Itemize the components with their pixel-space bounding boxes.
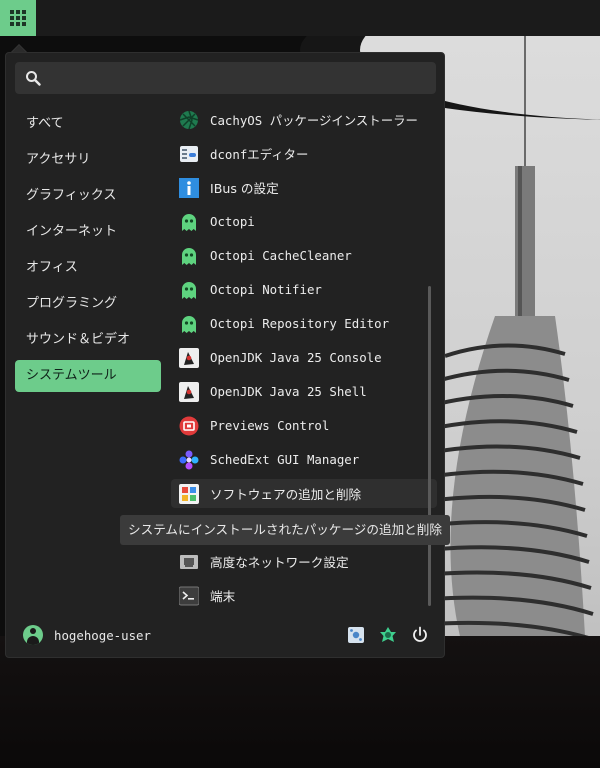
octopi-ghost-icon <box>179 212 199 232</box>
app-item-label: Octopi CacheCleaner <box>210 248 352 263</box>
app-item-octopi-cachecleaner[interactable]: Octopi CacheCleaner <box>171 241 437 270</box>
java-duke-icon <box>179 347 199 368</box>
power-icon <box>413 626 427 642</box>
software-store-icon <box>179 483 199 504</box>
app-item-label: SchedExt GUI Manager <box>210 452 360 467</box>
app-item-previews-control[interactable]: Previews Control <box>171 411 437 440</box>
top-panel <box>0 0 600 36</box>
category-accessories[interactable]: アクセサリ <box>15 144 161 176</box>
app-item-label: Octopi <box>210 214 255 229</box>
previews-control-icon <box>179 416 199 436</box>
app-item-label: dconfエディター <box>210 146 309 162</box>
search-icon <box>26 71 41 86</box>
app-item-label: ソフトウェアの追加と削除 <box>210 487 362 502</box>
app-item-label: Octopi Notifier <box>210 282 322 297</box>
octopi-ghost-icon <box>179 314 199 334</box>
application-menu: すべて アクセサリ グラフィックス インターネット オフィス プログラミング サ… <box>5 52 445 658</box>
settings-manager-button[interactable] <box>345 624 367 646</box>
java-duke-icon <box>179 381 199 402</box>
app-item-ibus-settings[interactable]: IBus の設定 <box>171 173 437 202</box>
app-item-dconf-editor[interactable]: dconfエディター <box>171 139 437 168</box>
category-system-tools[interactable]: システムツール <box>15 360 161 392</box>
cachyos-icon <box>179 110 199 130</box>
info-icon <box>179 177 199 198</box>
lock-screen-button[interactable] <box>377 624 399 646</box>
power-button[interactable] <box>409 624 431 646</box>
user-account[interactable]: hogehoge-user <box>23 625 151 645</box>
search-box[interactable] <box>15 62 436 96</box>
app-item-label: OpenJDK Java 25 Shell <box>210 384 367 399</box>
app-list-scrollbar[interactable] <box>428 286 431 606</box>
app-item-label: 端末 <box>210 589 236 604</box>
app-item-schedext-gui-manager[interactable]: SchedExt GUI Manager <box>171 445 437 474</box>
app-item-label: OpenJDK Java 25 Console <box>210 350 382 365</box>
cachyos-logo-icon <box>380 627 396 642</box>
category-programming[interactable]: プログラミング <box>15 288 161 320</box>
app-item-openjdk-console[interactable]: OpenJDK Java 25 Console <box>171 343 437 372</box>
octopi-ghost-icon <box>179 246 199 266</box>
category-graphics[interactable]: グラフィックス <box>15 180 161 212</box>
app-grid-icon <box>10 10 26 26</box>
app-item-octopi[interactable]: Octopi <box>171 207 437 236</box>
app-item-openjdk-shell[interactable]: OpenJDK Java 25 Shell <box>171 377 437 406</box>
category-internet[interactable]: インターネット <box>15 216 161 248</box>
app-item-label: IBus の設定 <box>210 181 279 196</box>
app-item-terminal[interactable]: 端末 <box>171 581 437 610</box>
menu-pointer <box>11 44 27 52</box>
app-item-octopi-repository-editor[interactable]: Octopi Repository Editor <box>171 309 437 338</box>
category-sound-video[interactable]: サウンド＆ビデオ <box>15 324 161 356</box>
app-item-octopi-notifier[interactable]: Octopi Notifier <box>171 275 437 304</box>
app-item-label: 高度なネットワーク設定 <box>210 555 349 570</box>
search-input[interactable] <box>51 62 425 96</box>
settings-manager-icon <box>348 627 364 643</box>
app-item-advanced-network[interactable]: 高度なネットワーク設定 <box>171 547 437 576</box>
app-item-label: Previews Control <box>210 418 330 433</box>
username: hogehoge-user <box>54 627 151 643</box>
network-icon <box>179 552 199 572</box>
dconf-editor-icon <box>179 144 199 164</box>
app-item-add-remove-software[interactable]: ソフトウェアの追加と削除 <box>171 479 437 508</box>
app-item-label: Octopi Repository Editor <box>210 316 390 331</box>
category-office[interactable]: オフィス <box>15 252 161 284</box>
octopi-ghost-icon <box>179 280 199 300</box>
app-item-label: CachyOS パッケージインストーラー <box>210 112 418 128</box>
terminal-icon <box>179 586 199 606</box>
app-menu-button[interactable] <box>0 0 36 36</box>
tooltip: システムにインストールされたパッケージの追加と削除 <box>120 515 450 545</box>
app-item-cachyos-installer[interactable]: CachyOS パッケージインストーラー <box>171 105 437 134</box>
schedext-icon <box>179 450 199 470</box>
user-avatar-icon <box>23 625 43 645</box>
category-all[interactable]: すべて <box>15 108 161 140</box>
